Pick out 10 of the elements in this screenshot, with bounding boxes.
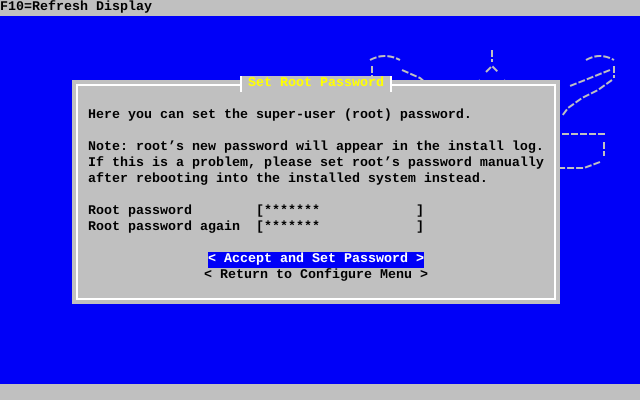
menu-button[interactable]: < Accept and Set Password > bbox=[208, 252, 424, 268]
field-label: Root password bbox=[88, 204, 193, 220]
menu-button[interactable]: < Return to Configure Menu > bbox=[204, 268, 428, 284]
field-label: Root password again bbox=[88, 220, 241, 236]
message-text: Note: root’s new password will appear in the install log. If this is a problem, please set root’s password manually after rebooting into the installed system instead. bbox=[88, 140, 545, 188]
key-hint: F10=Refresh Display bbox=[0, 0, 640, 16]
password-field[interactable]: [******* ] bbox=[256, 204, 424, 220]
dialog-title: Set Root Password bbox=[240, 76, 392, 92]
password-field[interactable]: [******* ] bbox=[256, 220, 424, 236]
message-text: Here you can set the super-user (root) password. bbox=[88, 108, 473, 124]
